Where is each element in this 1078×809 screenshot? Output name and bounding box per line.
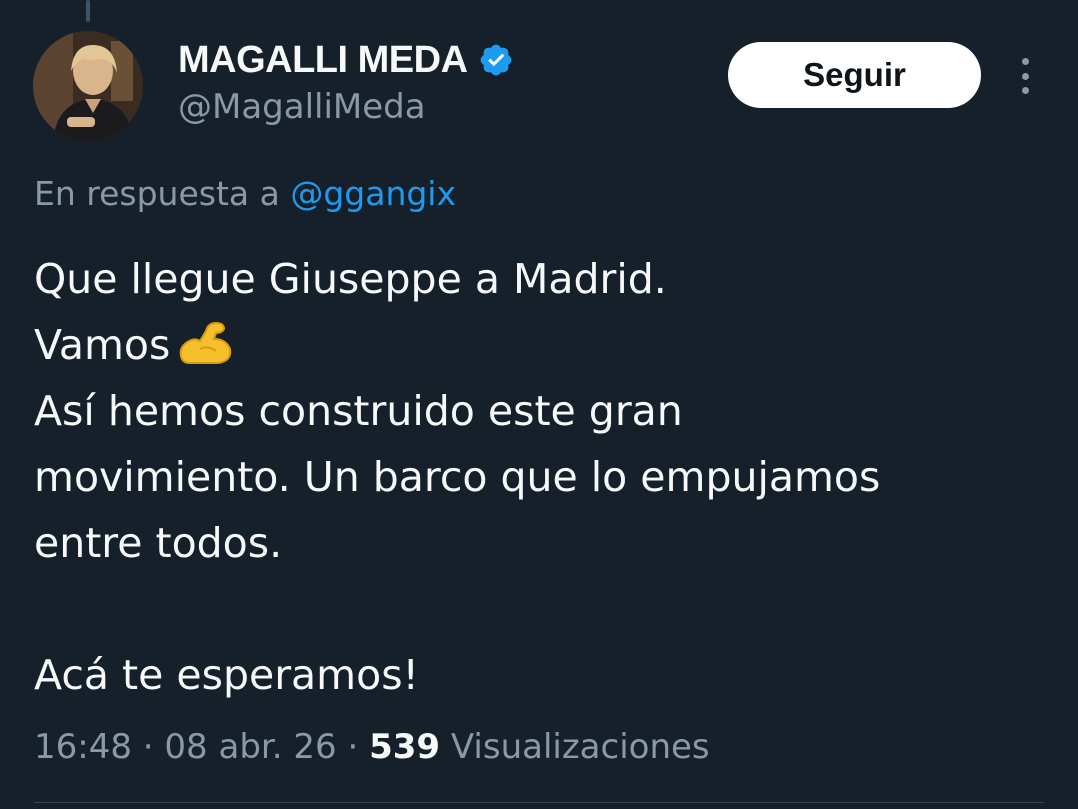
divider xyxy=(34,802,1044,803)
avatar-photo-icon xyxy=(33,31,143,141)
thread-connector-line xyxy=(86,0,90,22)
reply-mention-link[interactable]: @ggangix xyxy=(290,174,456,213)
tweet-text-line: Vamos xyxy=(34,321,171,369)
more-options-icon[interactable] xyxy=(1010,58,1040,94)
author-name-row[interactable]: MAGALLI MEDA xyxy=(178,38,514,82)
views-label[interactable]: Visualizaciones xyxy=(451,727,710,767)
tweet-text: Que llegue Giuseppe a Madrid. Vamos Así … xyxy=(34,246,1044,708)
verified-badge-icon xyxy=(480,44,511,76)
reply-context: En respuesta a @ggangix xyxy=(34,172,456,216)
tweet-date[interactable]: 08 abr. 26 xyxy=(164,727,336,767)
tweet-text-line: Acá te esperamos! xyxy=(34,651,419,699)
meta-separator: · xyxy=(347,727,359,767)
tweet-text-line: entre todos. xyxy=(34,519,283,567)
tweet-meta: 16:48 · 08 abr. 26 · 539 Visualizaciones xyxy=(34,723,710,771)
follow-button[interactable]: Seguir xyxy=(728,42,981,108)
author-handle[interactable]: @MagalliMeda xyxy=(178,86,426,128)
tweet-text-line: Que llegue Giuseppe a Madrid. xyxy=(34,255,667,303)
tweet-time[interactable]: 16:48 xyxy=(34,727,132,767)
flexed-biceps-icon xyxy=(180,321,232,364)
tweet-text-line-with-emoji: Vamos xyxy=(34,312,1044,378)
avatar[interactable] xyxy=(33,31,143,141)
reply-prefix: En respuesta a xyxy=(34,174,280,213)
more-dot xyxy=(1021,87,1029,94)
tweet-text-line: movimiento. Un barco que lo empujamos xyxy=(34,453,881,501)
more-dot xyxy=(1021,58,1029,65)
views-count[interactable]: 539 xyxy=(369,727,440,767)
tweet-detail: MAGALLI MEDA @MagalliMeda Seguir En resp… xyxy=(0,0,1078,809)
meta-separator: · xyxy=(142,727,154,767)
author-display-name[interactable]: MAGALLI MEDA xyxy=(178,38,468,82)
tweet-text-line: Así hemos construido este gran xyxy=(34,387,683,435)
more-dot xyxy=(1021,72,1029,80)
